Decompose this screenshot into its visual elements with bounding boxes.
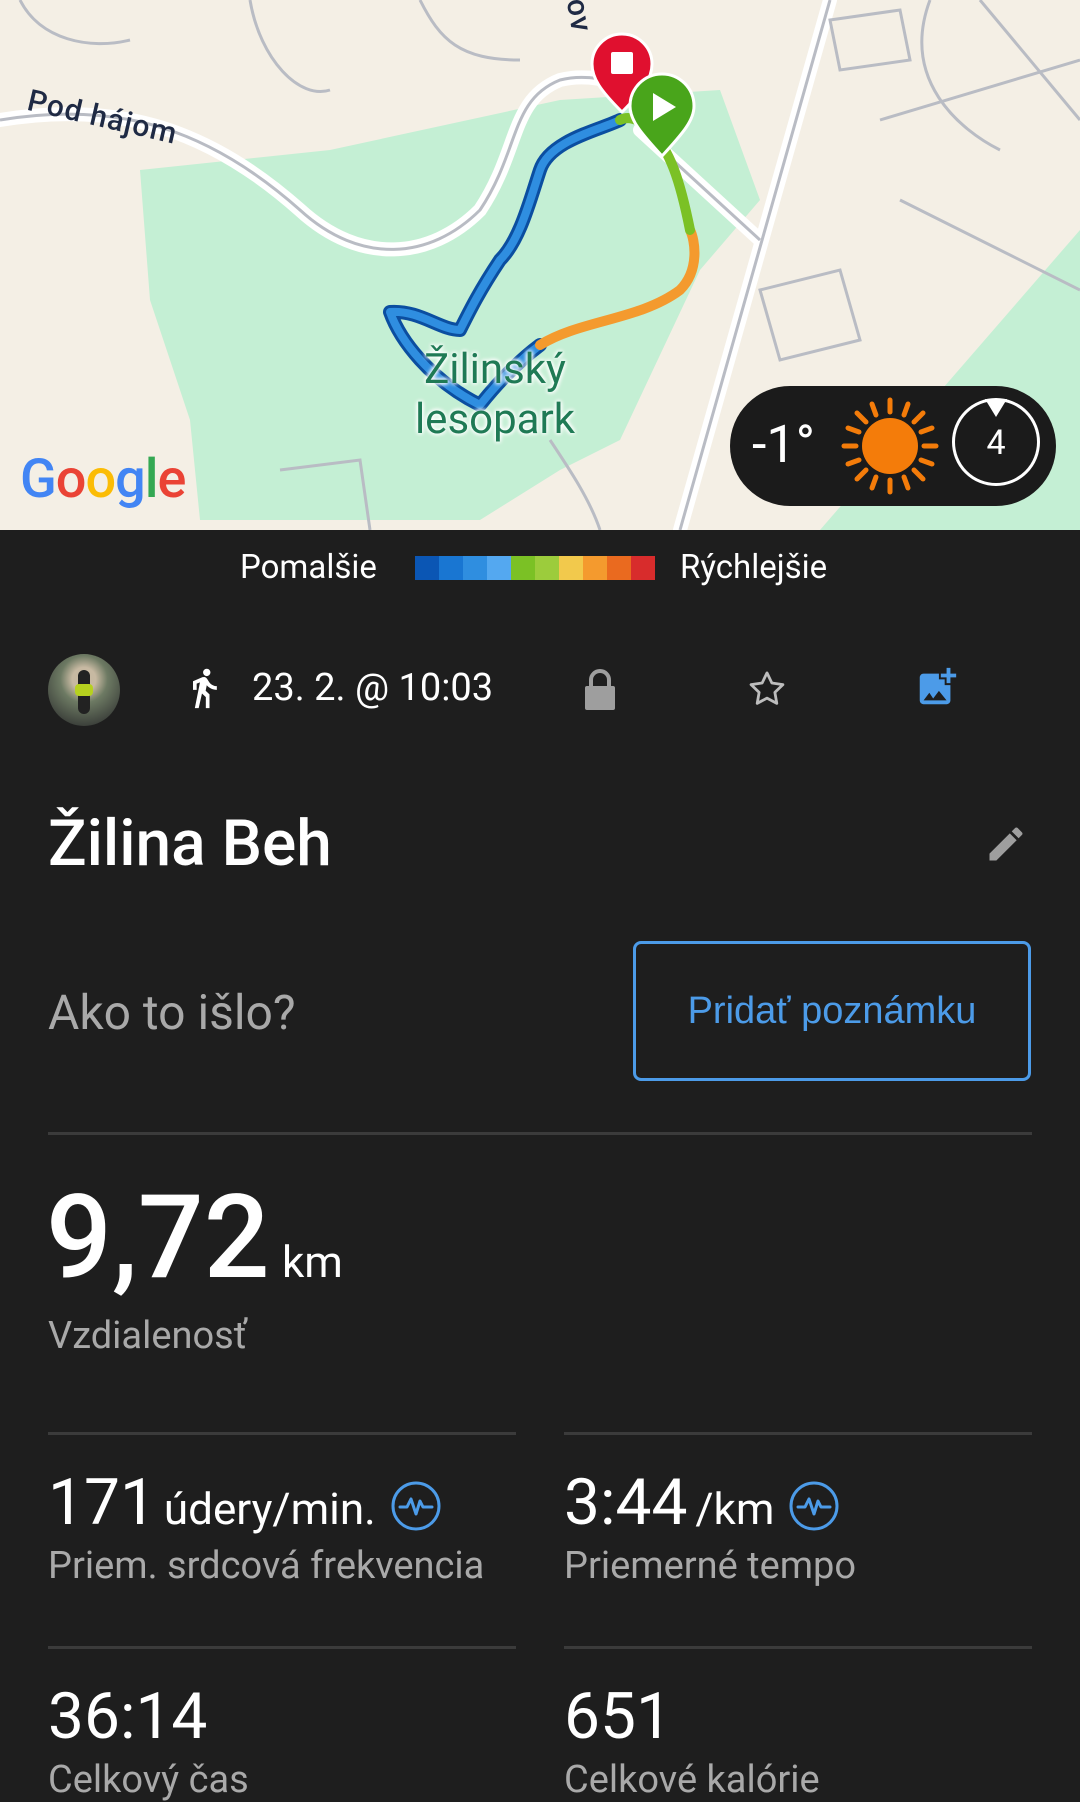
- heart-rate-chart-icon[interactable]: [390, 1476, 442, 1546]
- divider: [48, 1132, 1032, 1135]
- route-map[interactable]: Pod hájom ov Žilinský lesopark Google -1…: [0, 0, 1080, 530]
- legend-fast-label: Rýchlejšie: [680, 548, 828, 587]
- divider: [48, 1646, 516, 1649]
- pace-chart-icon[interactable]: [788, 1476, 840, 1546]
- heart-rate-label: Priem. srdcová frekvencia: [48, 1544, 485, 1588]
- heart-rate-value: 171: [48, 1465, 156, 1540]
- add-photo-icon[interactable]: [914, 664, 960, 714]
- weather-widget: -1° 4: [730, 386, 1056, 506]
- legend-color-swatch: [415, 556, 439, 580]
- distance-label: Vzdialenosť: [48, 1314, 247, 1358]
- lock-icon[interactable]: [582, 668, 618, 716]
- distance-unit: km: [282, 1236, 343, 1288]
- heart-rate-unit: údery/min.: [163, 1483, 376, 1535]
- activity-title: Žilina Beh: [48, 806, 332, 881]
- divider: [564, 1646, 1032, 1649]
- legend-slow-label: Pomalšie: [240, 548, 377, 587]
- legend-color-swatch: [583, 556, 607, 580]
- pace-legend: Pomalšie Rýchlejšie: [0, 548, 1080, 592]
- note-prompt: Ako to išlo?: [48, 984, 296, 1041]
- wind-direction-icon: [985, 399, 1007, 417]
- wind-speed: 4: [986, 423, 1006, 463]
- divider: [564, 1432, 1032, 1435]
- pace-label: Priemerné tempo: [564, 1544, 857, 1588]
- avatar[interactable]: [48, 654, 120, 726]
- star-icon[interactable]: [746, 668, 788, 714]
- park-label: Žilinský lesopark: [414, 345, 576, 444]
- legend-color-swatch: [487, 556, 511, 580]
- activity-datetime: 23. 2. @ 10:03: [252, 666, 494, 710]
- legend-color-swatch: [607, 556, 631, 580]
- activity-meta-row: 23. 2. @ 10:03: [0, 650, 1080, 730]
- distance-value: 9,72: [46, 1170, 270, 1306]
- legend-color-swatch: [559, 556, 583, 580]
- edit-icon[interactable]: [984, 822, 1028, 870]
- calories-label: Celkové kalórie: [564, 1758, 820, 1802]
- legend-color-swatch: [511, 556, 535, 580]
- pace-unit: /km: [695, 1483, 775, 1535]
- calories-value: 651: [564, 1679, 672, 1754]
- google-logo: Google: [20, 448, 186, 511]
- legend-color-swatch: [631, 556, 655, 580]
- time-label: Celkový čas: [48, 1758, 249, 1802]
- add-note-button[interactable]: Pridať poznámku: [633, 941, 1031, 1081]
- legend-color-swatch: [535, 556, 559, 580]
- legend-color-bar: [415, 556, 655, 580]
- road-label: ov: [558, 0, 600, 36]
- divider: [48, 1432, 516, 1435]
- time-value: 36:14: [48, 1679, 208, 1754]
- legend-color-swatch: [439, 556, 463, 580]
- weather-temperature: -1°: [752, 414, 816, 475]
- pace-value: 3:44: [564, 1465, 688, 1540]
- running-icon: [182, 666, 226, 714]
- legend-color-swatch: [463, 556, 487, 580]
- wind-indicator: 4: [952, 398, 1040, 486]
